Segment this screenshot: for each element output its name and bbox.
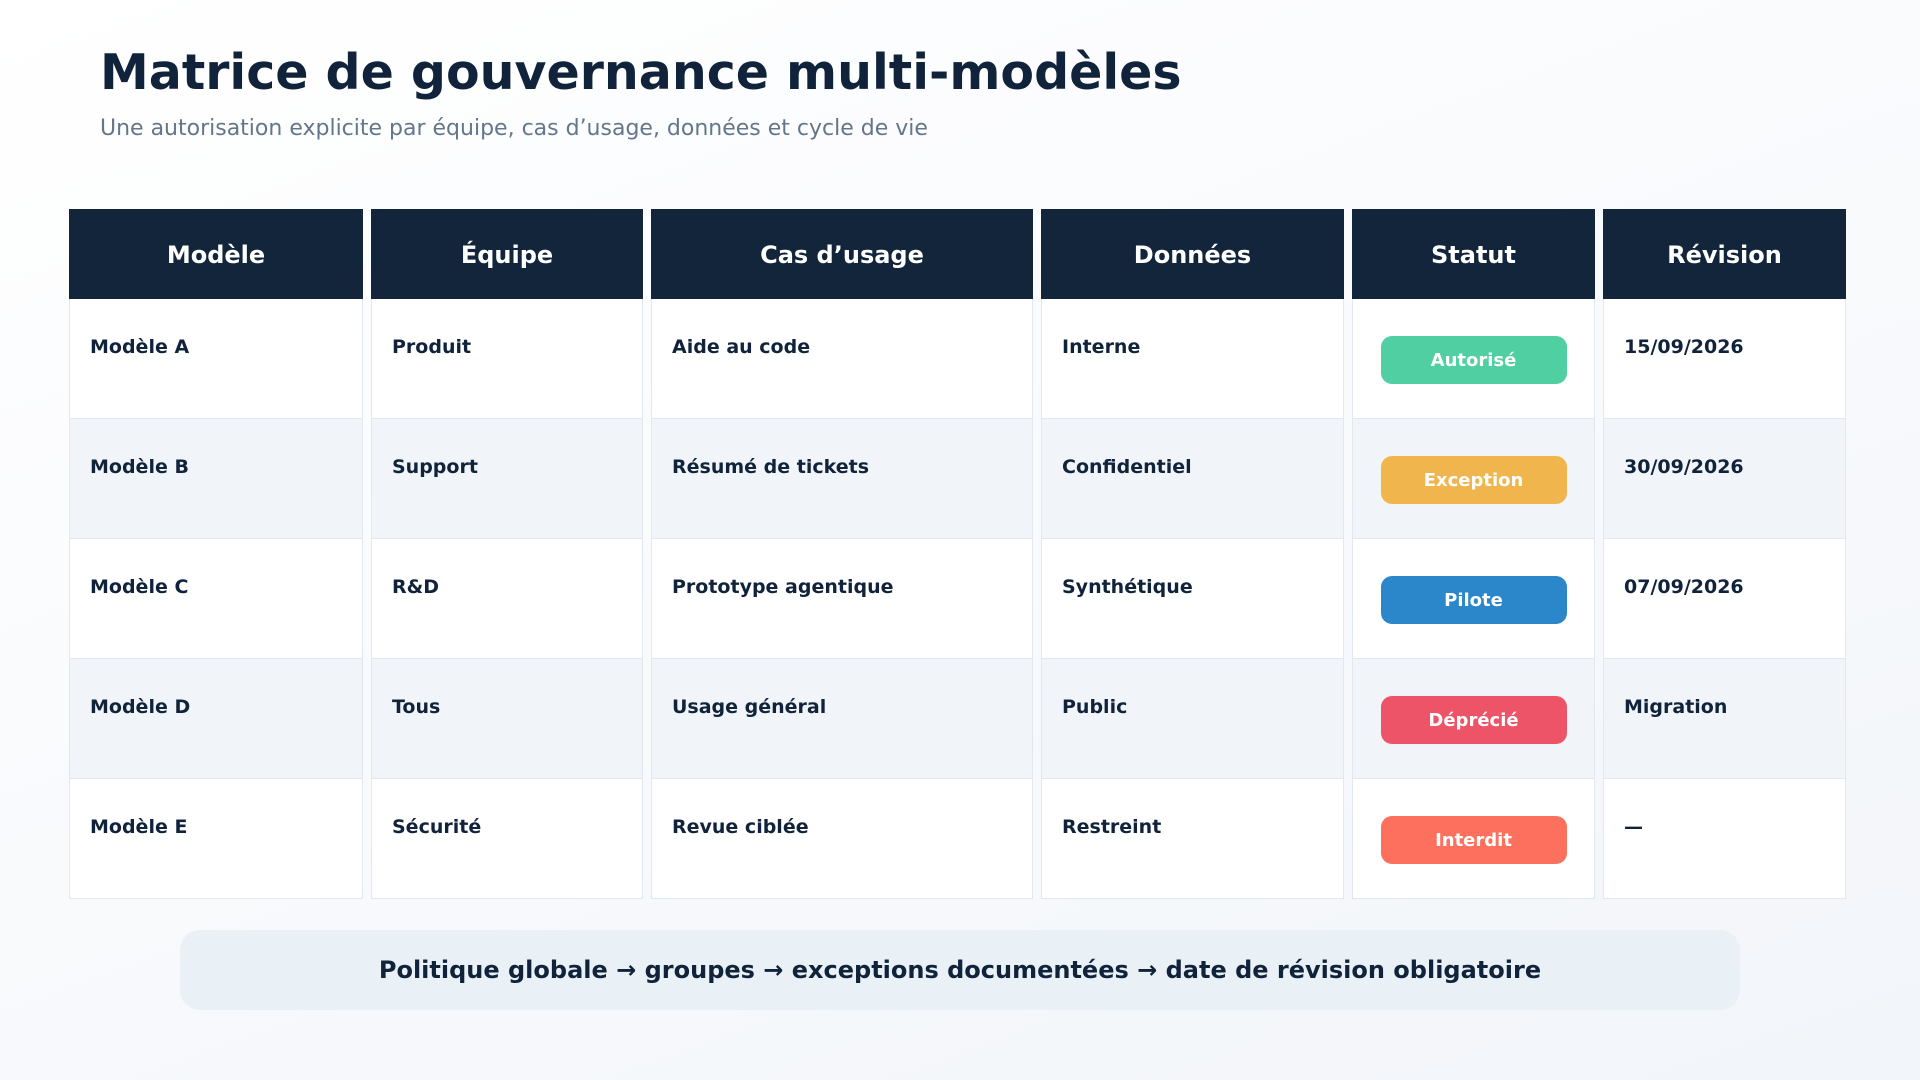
cell-data: Public [1041,659,1344,779]
status-badge: Pilote [1380,576,1567,624]
cell-team: Support [371,419,643,539]
cell-status: Exception [1352,419,1595,539]
cell-use-case: Aide au code [651,299,1033,419]
cell-team: Sécurité [371,779,643,899]
cell-data: Restreint [1041,779,1344,899]
cell-data: Synthétique [1041,539,1344,659]
cell-data: Interne [1041,299,1344,419]
column-header-data: Données [1041,209,1344,299]
cell-data: Confidentiel [1041,419,1344,539]
cell-revision: 15/09/2026 [1603,299,1846,419]
column-header-team: Équipe [371,209,643,299]
cell-use-case: Résumé de tickets [651,419,1033,539]
cell-status: Pilote [1352,539,1595,659]
status-badge: Exception [1380,456,1567,504]
cell-status: Interdit [1352,779,1595,899]
governance-matrix: Modèle Équipe Cas d’usage Données Statut… [69,209,1846,899]
cell-team: Produit [371,299,643,419]
cell-team: R&D [371,539,643,659]
column-header-revision: Révision [1603,209,1846,299]
column-header-use-case: Cas d’usage [651,209,1033,299]
cell-status: Déprécié [1352,659,1595,779]
cell-status: Autorisé [1352,299,1595,419]
status-badge: Interdit [1380,816,1567,864]
cell-revision: 30/09/2026 [1603,419,1846,539]
cell-team: Tous [371,659,643,779]
cell-revision: — [1603,779,1846,899]
cell-revision: 07/09/2026 [1603,539,1846,659]
page-subtitle: Une autorisation explicite par équipe, c… [100,116,928,141]
cell-model: Modèle E [69,779,363,899]
status-badge: Autorisé [1380,336,1567,384]
policy-footer: Politique globale → groupes → exceptions… [180,930,1740,1010]
cell-use-case: Prototype agentique [651,539,1033,659]
cell-model: Modèle B [69,419,363,539]
cell-use-case: Usage général [651,659,1033,779]
column-header-model: Modèle [69,209,363,299]
cell-model: Modèle D [69,659,363,779]
status-badge: Déprécié [1380,696,1567,744]
cell-use-case: Revue ciblée [651,779,1033,899]
cell-model: Modèle A [69,299,363,419]
page-title: Matrice de gouvernance multi-modèles [100,44,1182,101]
cell-revision: Migration [1603,659,1846,779]
column-header-status: Statut [1352,209,1595,299]
cell-model: Modèle C [69,539,363,659]
